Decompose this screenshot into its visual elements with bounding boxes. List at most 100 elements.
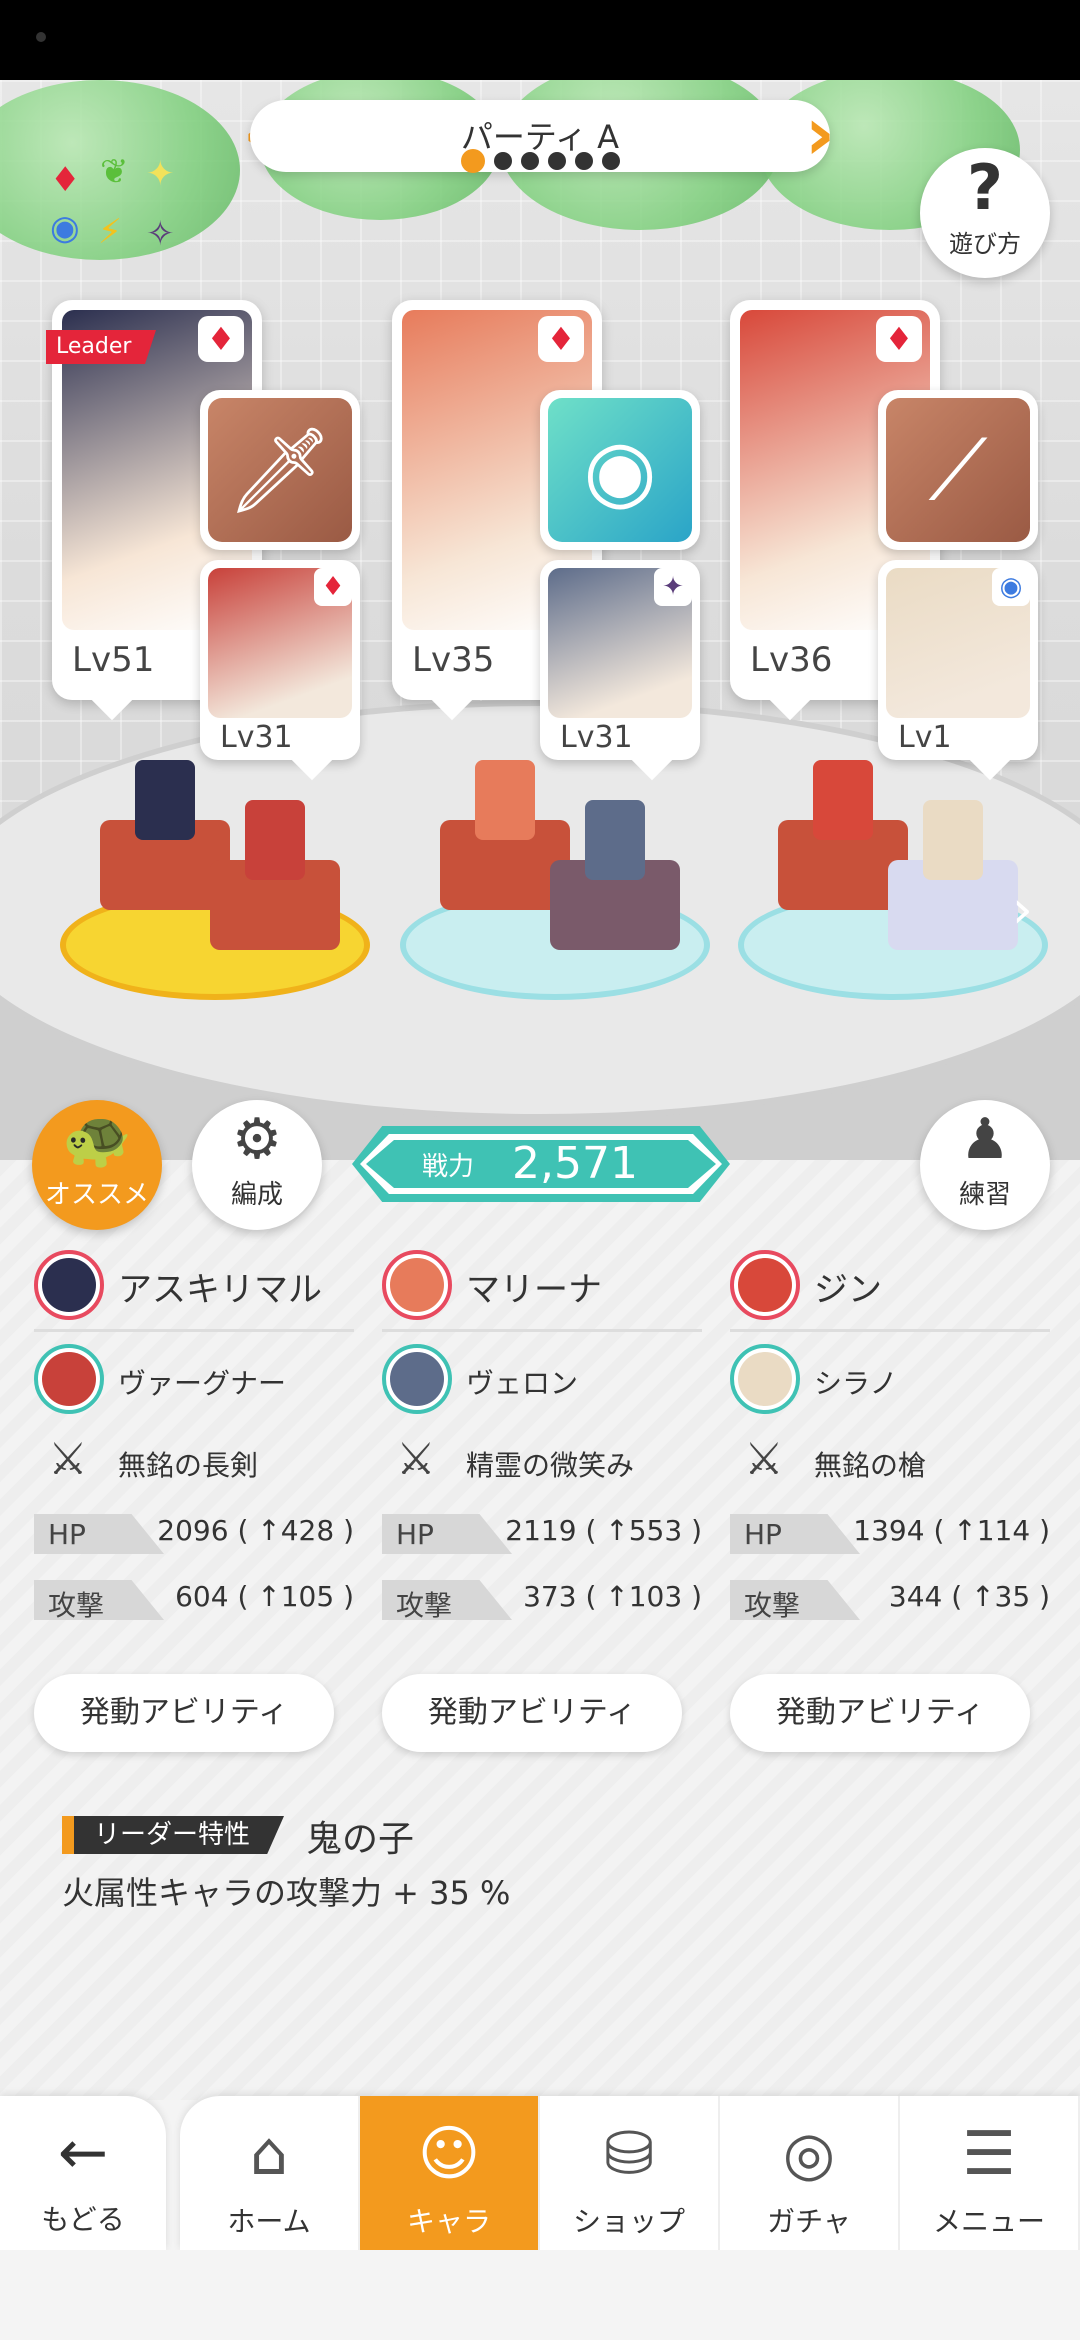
recommend-label: オススメ bbox=[44, 1180, 149, 1210]
nav-label: メニュー bbox=[932, 2205, 1045, 2238]
weapon-shield-icon: ⚔ bbox=[744, 1434, 784, 1485]
ability-button[interactable]: 発動アビリティ bbox=[382, 1674, 682, 1752]
back-label: もどる bbox=[41, 2203, 125, 2236]
nav-label: ショップ bbox=[572, 2205, 685, 2238]
stat-value: 373 ( ↑103 ) bbox=[523, 1580, 702, 1613]
element-badge-icon: ♦ bbox=[314, 568, 352, 606]
character-name: アスキリマル bbox=[118, 1270, 322, 1310]
stat-label: HP bbox=[396, 1518, 434, 1551]
element-symbol: ◉ bbox=[50, 208, 80, 248]
weapon-slot[interactable]: ◉ bbox=[540, 390, 700, 550]
element-chart[interactable]: ♦ ❦ ✦ ◉ ⚡ ✧ bbox=[50, 152, 200, 260]
unit-sprite bbox=[585, 800, 645, 880]
stat-tag: 攻撃 bbox=[382, 1580, 512, 1620]
gacha-icon: ◎ bbox=[782, 2119, 836, 2189]
stat-tag: 攻撃 bbox=[730, 1580, 860, 1620]
practice-button[interactable]: ♟ 練習 bbox=[920, 1100, 1050, 1230]
main-character-row[interactable]: アスキリマル bbox=[34, 1244, 354, 1332]
main-character-row[interactable]: マリーナ bbox=[382, 1244, 702, 1332]
unit-sprite bbox=[923, 800, 983, 880]
leader-accent bbox=[62, 1816, 74, 1854]
stat-tag: HP bbox=[730, 1514, 860, 1554]
ability-button[interactable]: 発動アビリティ bbox=[730, 1674, 1030, 1752]
screen: ♦❦✦◉⚡✧ ‹ パーティ A › ? 遊び方 ♦Lv51Leader🗡♦Lv3… bbox=[0, 0, 1080, 2340]
attack-stat: 攻撃 604 ( ↑105 ) bbox=[34, 1568, 354, 1634]
weapon-row[interactable]: ⚔ 精霊の微笑み bbox=[382, 1422, 702, 1502]
party-page-dot bbox=[460, 149, 485, 173]
leader-description: 火属性キャラの攻撃力 + 35 % bbox=[62, 1874, 511, 1912]
character-column: アスキリマルヴァーグナー ⚔ 無銘の長剣 HP 2096 ( ↑428 ) 攻撃 604 (… bbox=[34, 1244, 354, 1634]
weapon-slot[interactable]: 🗡 bbox=[200, 390, 360, 550]
party-page-dot bbox=[547, 152, 566, 170]
power-value: 2,571 bbox=[512, 1138, 638, 1189]
recommend-button[interactable]: 🐢 オススメ bbox=[32, 1100, 162, 1230]
formation-button[interactable]: ⚙ 編成 bbox=[192, 1100, 322, 1230]
shop-icon: ⛁ bbox=[603, 2119, 655, 2189]
unit-sprite bbox=[813, 760, 873, 840]
stat-tag: HP bbox=[34, 1514, 164, 1554]
back-button[interactable]: ← もどる bbox=[0, 2096, 166, 2250]
menu-icon: ☰ bbox=[962, 2119, 1016, 2189]
nav-item-1[interactable]: ⌂ ホーム bbox=[180, 2096, 360, 2250]
person-gear-icon: ⚙ bbox=[231, 1107, 283, 1172]
party-selector[interactable]: パーティ A bbox=[250, 100, 830, 173]
nav-item-4[interactable]: ◎ ガチャ bbox=[720, 2096, 900, 2250]
unit-sprite bbox=[135, 760, 195, 840]
main-character-row[interactable]: ジン bbox=[730, 1244, 1050, 1332]
avatar-face bbox=[738, 1258, 792, 1312]
weapon-name: 精霊の微笑み bbox=[466, 1449, 635, 1482]
next-party-arrow[interactable]: › bbox=[800, 96, 840, 172]
training-dummy-icon: ♟ bbox=[959, 1107, 1011, 1172]
weapon-name: 無銘の槍 bbox=[814, 1449, 927, 1482]
sub-character-avatar bbox=[382, 1344, 452, 1414]
nav-item-5[interactable]: ☰ メニュー bbox=[900, 2096, 1080, 2250]
hp-stat: HP 1394 ( ↑114 ) bbox=[730, 1502, 1050, 1568]
weapon-slot[interactable]: ⟋ bbox=[878, 390, 1038, 550]
element-badge-icon: ◉ bbox=[992, 568, 1030, 606]
character-icon: ☺ bbox=[417, 2119, 481, 2189]
avatar-face bbox=[738, 1352, 792, 1406]
sub-character-level: Lv1 bbox=[898, 720, 952, 755]
sub-character-row[interactable]: ヴェロン bbox=[382, 1332, 702, 1422]
character-avatar bbox=[34, 1250, 104, 1320]
diamond-icon: ♦ bbox=[876, 316, 922, 362]
weapon-image: ⟋ bbox=[886, 398, 1030, 542]
attack-stat: 攻撃 373 ( ↑103 ) bbox=[382, 1568, 702, 1634]
unit-sprite bbox=[245, 800, 305, 880]
formation-label: 編成 bbox=[230, 1180, 283, 1210]
element-symbol: ✧ bbox=[146, 214, 175, 254]
character-name: ジン bbox=[814, 1270, 882, 1310]
sub-character-row[interactable]: シラノ bbox=[730, 1332, 1050, 1422]
nav-label: ガチャ bbox=[767, 2205, 851, 2238]
stat-value: 2119 ( ↑553 ) bbox=[505, 1514, 702, 1547]
stat-tag: 攻撃 bbox=[34, 1580, 164, 1620]
chevron-right-icon[interactable]: › bbox=[1012, 880, 1033, 940]
help-button[interactable]: ? 遊び方 bbox=[920, 148, 1050, 278]
question-icon: ? bbox=[967, 151, 1003, 224]
power-label: 戦力 bbox=[422, 1152, 475, 1182]
sub-character-card[interactable]: ✦ Lv31 bbox=[540, 560, 700, 760]
weapon-row[interactable]: ⚔ 無銘の長剣 bbox=[34, 1422, 354, 1502]
practice-label: 練習 bbox=[958, 1180, 1011, 1210]
weapon-image: 🗡 bbox=[208, 398, 352, 542]
sub-character-card[interactable]: ♦ Lv31 bbox=[200, 560, 360, 760]
sub-character-level: Lv31 bbox=[560, 720, 633, 755]
diamond-icon: ♦ bbox=[538, 316, 584, 362]
sub-character-card[interactable]: ◉ Lv1 bbox=[878, 560, 1038, 760]
nav-item-3[interactable]: ⛁ ショップ bbox=[540, 2096, 720, 2250]
party-page-dot bbox=[601, 152, 620, 170]
hp-stat: HP 2096 ( ↑428 ) bbox=[34, 1502, 354, 1568]
weapon-row[interactable]: ⚔ 無銘の槍 bbox=[730, 1422, 1050, 1502]
element-badge-icon: ✦ bbox=[654, 568, 692, 606]
nav-item-2[interactable]: ☺ キャラ bbox=[360, 2096, 540, 2250]
stat-value: 604 ( ↑105 ) bbox=[175, 1580, 354, 1613]
avatar-face bbox=[42, 1258, 96, 1312]
avatar-face bbox=[390, 1352, 444, 1406]
stat-tag: HP bbox=[382, 1514, 512, 1554]
leader-tag: リーダー特性 bbox=[74, 1816, 284, 1854]
ability-button[interactable]: 発動アビリティ bbox=[34, 1674, 334, 1752]
sub-character-row[interactable]: ヴァーグナー bbox=[34, 1332, 354, 1422]
party-page-dot bbox=[493, 152, 512, 170]
party-power: 戦力 2,571 bbox=[352, 1126, 730, 1202]
avatar-face bbox=[42, 1352, 96, 1406]
